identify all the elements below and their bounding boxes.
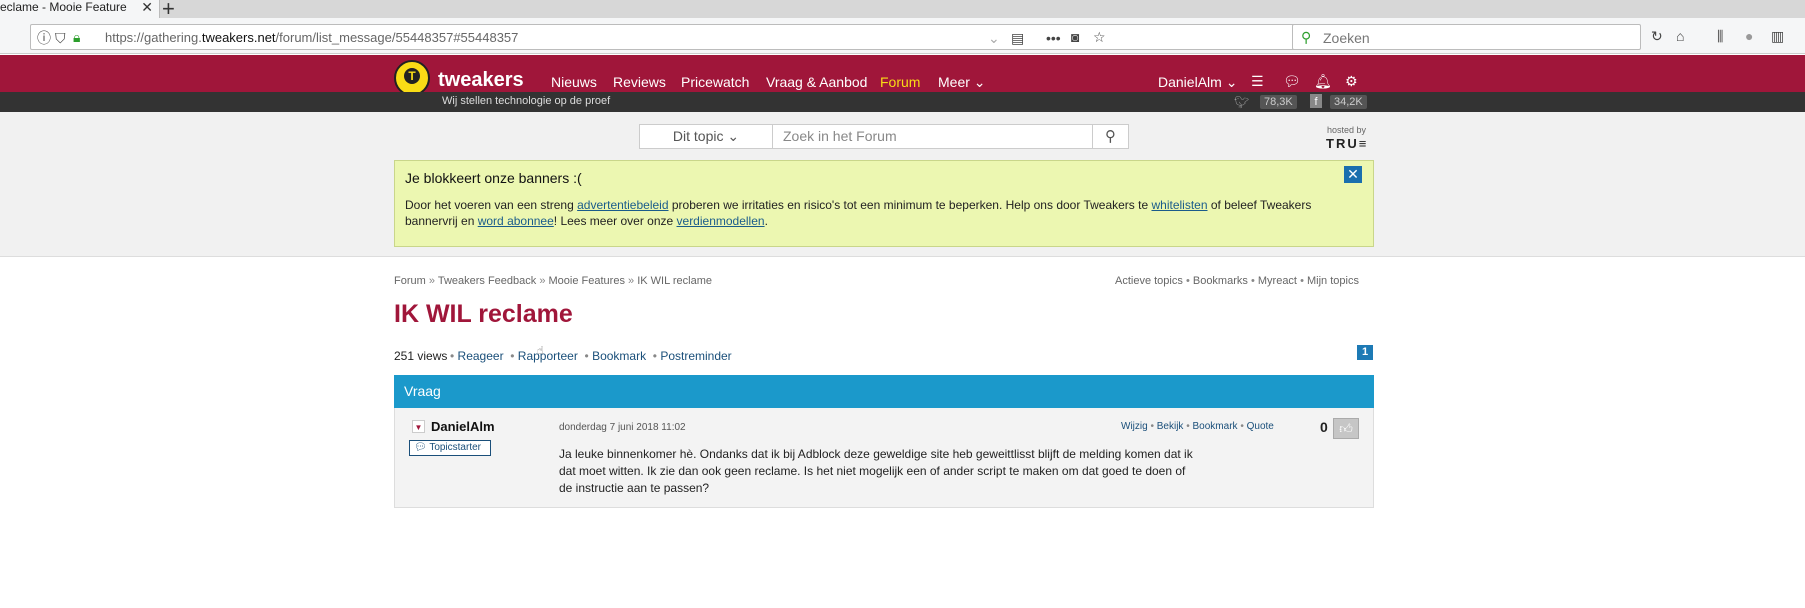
thumbs-up-icon[interactable]: 👍︎: [1333, 418, 1359, 439]
facebook-count[interactable]: 34,2K: [1330, 95, 1367, 109]
logo-icon: T: [404, 68, 420, 84]
quote-link[interactable]: Quote: [1247, 421, 1274, 432]
breadcrumb-current[interactable]: IK WIL reclame: [637, 275, 712, 287]
notice-heading: Je blokkeert onze banners :(: [405, 170, 582, 186]
chevron-down-icon: ⌄: [1225, 74, 1238, 90]
post-body: Ja leuke binnenkomer hè. Ondanks dat ik …: [559, 447, 1193, 495]
notice-text: Door het voeren van een streng advertent…: [405, 198, 1312, 228]
nav-reviews[interactable]: Reviews: [613, 74, 666, 90]
breadcrumb: Forum » Tweakers Feedback » Mooie Featur…: [394, 275, 712, 287]
forum-search-input[interactable]: Zoek in het Forum: [772, 124, 1093, 149]
chevron-down-icon: ⌄: [973, 74, 986, 90]
twitter-count[interactable]: 78,3K: [1260, 95, 1297, 109]
search-engine-icon[interactable]: ⚲: [1301, 29, 1311, 45]
reload-icon[interactable]: ↻: [1651, 28, 1663, 44]
quick-links: Actieve topics • Bookmarks • Myreact • M…: [1115, 275, 1359, 287]
breadcrumb-tweakers-feedback[interactable]: Tweakers Feedback: [438, 275, 536, 287]
post-actions: Wijzig • Bekijk • Bookmark • Quote: [1121, 421, 1274, 432]
close-tab-icon[interactable]: ✕: [141, 0, 153, 14]
facebook-icon[interactable]: f: [1310, 94, 1322, 108]
dropdown-icon[interactable]: ⌄: [988, 30, 1000, 46]
nav-vraag-aanbod[interactable]: Vraag & Aanbod: [766, 74, 867, 90]
cursor-hand-icon: ☝: [537, 345, 544, 357]
nav-meer[interactable]: Meer ⌄: [938, 74, 986, 91]
search-button[interactable]: ⚲: [1092, 124, 1129, 149]
close-icon[interactable]: ✕: [1344, 166, 1362, 183]
wijzig-link[interactable]: Wijzig: [1121, 421, 1148, 432]
link-whitelisten[interactable]: whitelisten: [1151, 198, 1207, 212]
pocket-icon[interactable]: ◙: [1071, 29, 1079, 45]
nav-nieuws[interactable]: Nieuws: [551, 74, 597, 90]
post-score: 0: [1320, 419, 1328, 435]
post-author[interactable]: DanielAlm: [431, 419, 495, 434]
breadcrumb-forum[interactable]: Forum: [394, 275, 426, 287]
breadcrumb-mooie-features[interactable]: Mooie Features: [549, 275, 625, 287]
sidebar-icon[interactable]: ▥: [1771, 28, 1784, 44]
brand-name[interactable]: tweakers: [438, 69, 524, 92]
section-header: Vraag: [394, 375, 1374, 408]
tagline: Wij stellen technologie op de proef: [442, 95, 611, 107]
link-actieve-topics[interactable]: Actieve topics: [1115, 275, 1183, 287]
rapporteer-link[interactable]: Rapporteer: [518, 349, 578, 363]
topicstarter-badge: 💬︎ Topicstarter: [409, 440, 491, 456]
info-icon[interactable]: ⓘ: [37, 30, 51, 46]
browser-tab-bar: eclame - Mooie Feature ✕ +: [0, 0, 1805, 21]
topic-actions: • Reageer • Rapporteer • Bookmark • Post…: [450, 349, 732, 363]
link-word-abonnee[interactable]: word abonnee: [478, 214, 554, 228]
home-icon[interactable]: ⌂: [1676, 28, 1684, 44]
library-icon[interactable]: ⫼: [1717, 28, 1723, 44]
post-bookmark-link[interactable]: Bookmark: [1193, 421, 1238, 432]
tab-title: eclame - Mooie Feature: [0, 0, 127, 14]
link-bookmarks[interactable]: Bookmarks: [1193, 275, 1248, 287]
link-mijn-topics[interactable]: Mijn topics: [1307, 275, 1359, 287]
browser-tab[interactable]: eclame - Mooie Feature ✕: [0, 0, 160, 18]
speech-bubble-icon: 💬︎: [414, 442, 427, 453]
search-placeholder: Zoeken: [1323, 30, 1370, 46]
adblock-notice: Je blokkeert onze banners :( Door het vo…: [394, 160, 1374, 247]
lock-icon[interactable]: 🔒︎: [73, 29, 80, 45]
page-number-badge[interactable]: 1: [1357, 345, 1373, 360]
post-date[interactable]: donderdag 7 juni 2018 11:02: [559, 422, 686, 433]
host-logo[interactable]: TRU≡: [1326, 136, 1368, 151]
expand-icon[interactable]: ▼: [412, 420, 425, 433]
adblock-icon[interactable]: ●: [1745, 28, 1753, 44]
sub-header: [0, 92, 1805, 112]
nav-forum[interactable]: Forum: [880, 74, 920, 90]
postreminder-link[interactable]: Postreminder: [660, 349, 731, 363]
list-icon[interactable]: ☰: [1251, 73, 1264, 89]
reageer-link[interactable]: Reageer: [458, 349, 504, 363]
more-actions-icon[interactable]: •••: [1046, 30, 1061, 46]
url-text: https://gathering.tweakers.net/forum/lis…: [105, 30, 519, 45]
bookmark-link[interactable]: Bookmark: [592, 349, 646, 363]
view-count: 251 views: [394, 349, 448, 363]
link-advertentiebeleid[interactable]: advertentiebeleid: [577, 198, 668, 212]
shield-icon[interactable]: ⛉: [55, 30, 66, 46]
user-menu[interactable]: DanielAlm ⌄: [1158, 74, 1237, 91]
nav-pricewatch[interactable]: Pricewatch: [681, 74, 749, 90]
reader-view-icon[interactable]: ▤: [1011, 30, 1024, 46]
hosted-by-label: hosted by: [1327, 125, 1367, 135]
bell-icon[interactable]: 🔔︎: [1314, 73, 1332, 89]
search-scope-dropdown[interactable]: Dit topic ⌄: [639, 124, 773, 149]
link-verdienmodellen[interactable]: verdienmodellen: [677, 214, 765, 228]
chevron-down-icon: ⌄: [727, 128, 740, 144]
settings-icon[interactable]: ⚙: [1345, 73, 1358, 89]
page-title: IK WIL reclame: [394, 300, 573, 328]
bookmark-star-icon[interactable]: ☆: [1093, 29, 1106, 45]
search-icon: ⚲: [1105, 128, 1116, 145]
browser-toolbar: ⓘ ⛉ 🔒︎ https://gathering.tweakers.net/fo…: [0, 18, 1805, 54]
tweakers-logo[interactable]: T: [394, 60, 430, 96]
bekijk-link[interactable]: Bekijk: [1157, 421, 1184, 432]
link-myreact[interactable]: Myreact: [1258, 275, 1297, 287]
browser-search-box[interactable]: ⚲ Zoeken: [1292, 24, 1641, 50]
twitter-icon[interactable]: 🐦︎: [1234, 94, 1249, 110]
chat-icon[interactable]: 💬︎: [1283, 73, 1301, 89]
url-bar[interactable]: ⓘ ⛉ 🔒︎ https://gathering.tweakers.net/fo…: [30, 24, 1295, 50]
